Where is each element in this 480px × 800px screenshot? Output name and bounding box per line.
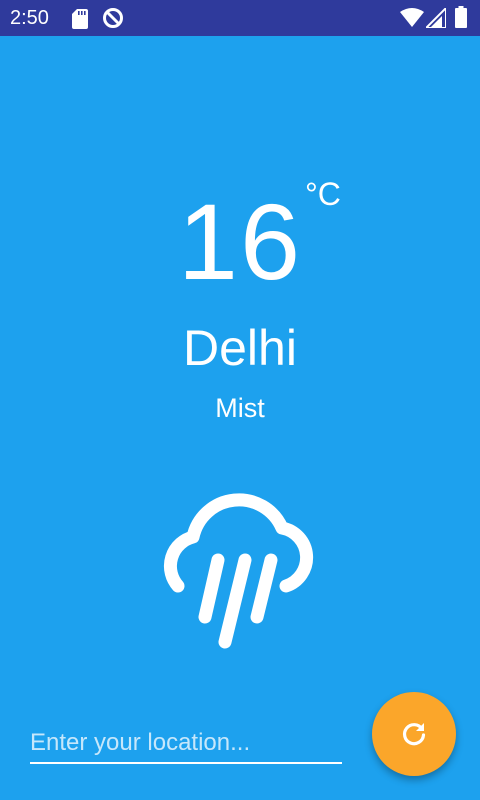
cell-signal-icon (426, 8, 446, 28)
location-input[interactable] (30, 724, 342, 764)
weather-screen: 16 °C Delhi Mist (0, 36, 480, 800)
temperature-unit: °C (305, 176, 341, 212)
refresh-icon (402, 723, 426, 746)
wifi-icon (400, 8, 424, 27)
status-time: 2:50 (10, 7, 49, 29)
status-bar: 2:50 (0, 0, 480, 36)
data-saver-icon (103, 8, 123, 28)
rain-cloud-icon (163, 493, 314, 649)
city-name: Delhi (183, 320, 297, 376)
sd-card-icon (72, 9, 88, 29)
battery-icon (455, 6, 467, 28)
weather-condition: Mist (215, 393, 265, 423)
refresh-button[interactable] (372, 692, 456, 776)
temperature-value: 16 (177, 181, 303, 302)
